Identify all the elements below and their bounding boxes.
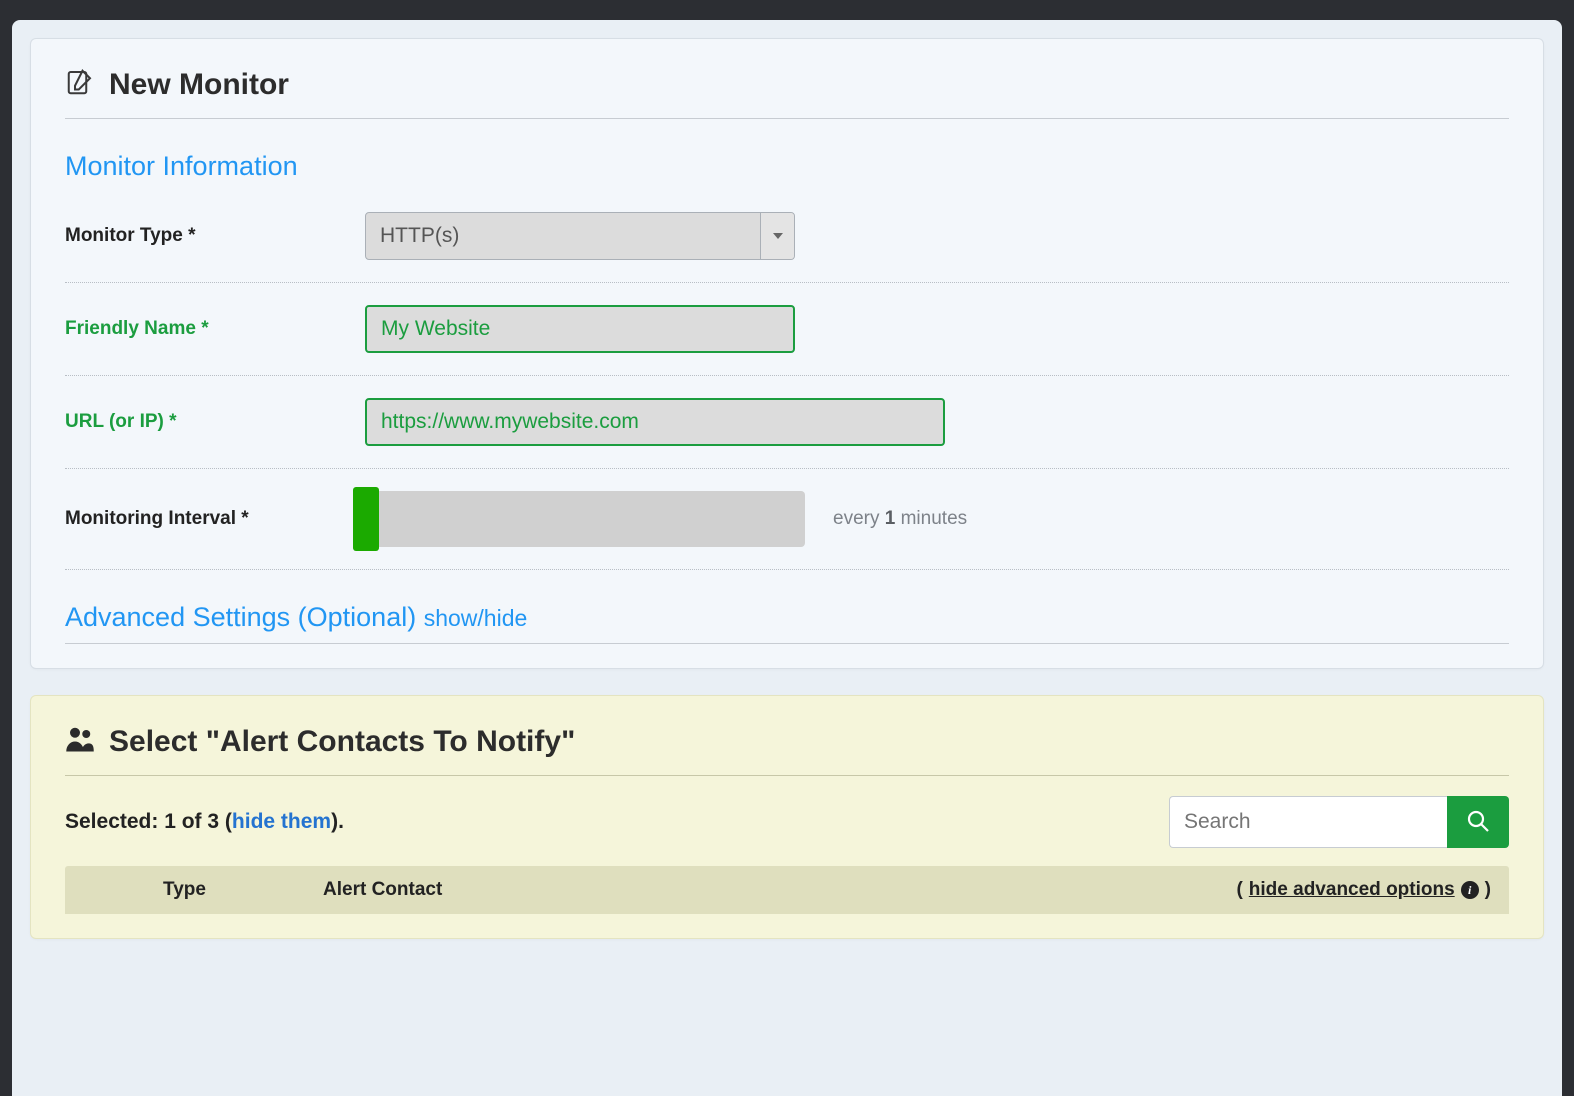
control-area: HTTP(s) — [365, 212, 1509, 260]
url-input[interactable] — [365, 398, 945, 446]
modal-dialog: New Monitor Monitor Information Monitor … — [12, 20, 1562, 1096]
search-group — [1169, 796, 1509, 848]
alert-contacts-panel: Select "Alert Contacts To Notify" Select… — [30, 695, 1544, 939]
info-icon[interactable]: i — [1461, 881, 1479, 899]
edit-icon — [65, 67, 95, 102]
form-row-interval: Monitoring Interval * every 1 minutes — [65, 469, 1509, 570]
form-row-monitor-type: Monitor Type * HTTP(s) — [65, 190, 1509, 283]
slider-handle[interactable] — [353, 487, 379, 551]
people-icon — [65, 724, 95, 759]
interval-text: every 1 minutes — [833, 508, 967, 530]
search-input[interactable] — [1169, 796, 1447, 848]
new-monitor-panel: New Monitor Monitor Information Monitor … — [30, 38, 1544, 669]
panel-header: New Monitor — [65, 67, 1509, 119]
panel-header: Select "Alert Contacts To Notify" — [65, 724, 1509, 776]
form-row-url: URL (or IP) * — [65, 376, 1509, 469]
th-type: Type — [163, 879, 323, 901]
selected-prefix: Selected: — [65, 810, 164, 833]
divider — [65, 643, 1509, 644]
th-contact: Alert Contact — [323, 879, 1236, 901]
search-icon — [1466, 809, 1490, 836]
interval-value: 1 — [885, 508, 896, 529]
monitor-info-heading: Monitor Information — [65, 151, 1509, 182]
form-row-friendly-name: Friendly Name * — [65, 283, 1509, 376]
label-friendly-name: Friendly Name * — [65, 318, 365, 340]
interval-slider[interactable] — [365, 491, 805, 547]
table-header: Type Alert Contact ( hide advanced optio… — [65, 866, 1509, 914]
paren-close: ) — [1485, 879, 1491, 901]
label-monitor-type: Monitor Type * — [65, 225, 365, 247]
monitor-type-select[interactable]: HTTP(s) — [365, 212, 795, 260]
panel-title: Select "Alert Contacts To Notify" — [109, 725, 575, 759]
advanced-settings-row: Advanced Settings (Optional) show/hide — [65, 602, 1509, 644]
selected-open: ( — [219, 810, 232, 833]
label-url: URL (or IP) * — [65, 411, 365, 433]
interval-suffix: minutes — [895, 508, 967, 529]
selected-row: Selected: 1 of 3 (hide them). — [65, 796, 1509, 848]
advanced-heading: Advanced Settings (Optional) show/hide — [65, 602, 1509, 633]
show-hide-toggle[interactable]: show/hide — [424, 605, 528, 631]
control-area: every 1 minutes — [365, 491, 1509, 547]
th-advanced: ( hide advanced options i ) — [1236, 879, 1491, 901]
selected-count: 1 of 3 — [164, 810, 219, 833]
select-value: HTTP(s) — [366, 213, 760, 259]
hide-advanced-link[interactable]: hide advanced options — [1249, 879, 1455, 901]
panel-title: New Monitor — [109, 68, 289, 102]
search-button[interactable] — [1447, 796, 1509, 848]
chevron-down-icon[interactable] — [760, 213, 794, 259]
friendly-name-input[interactable] — [365, 305, 795, 353]
interval-prefix: every — [833, 508, 885, 529]
selected-close: ). — [331, 810, 344, 833]
hide-them-link[interactable]: hide them — [232, 810, 331, 833]
advanced-title: Advanced Settings (Optional) — [65, 602, 424, 632]
selected-text: Selected: 1 of 3 (hide them). — [65, 810, 344, 834]
control-area — [365, 398, 1509, 446]
label-interval: Monitoring Interval * — [65, 508, 365, 530]
paren-open: ( — [1236, 879, 1242, 901]
control-area — [365, 305, 1509, 353]
